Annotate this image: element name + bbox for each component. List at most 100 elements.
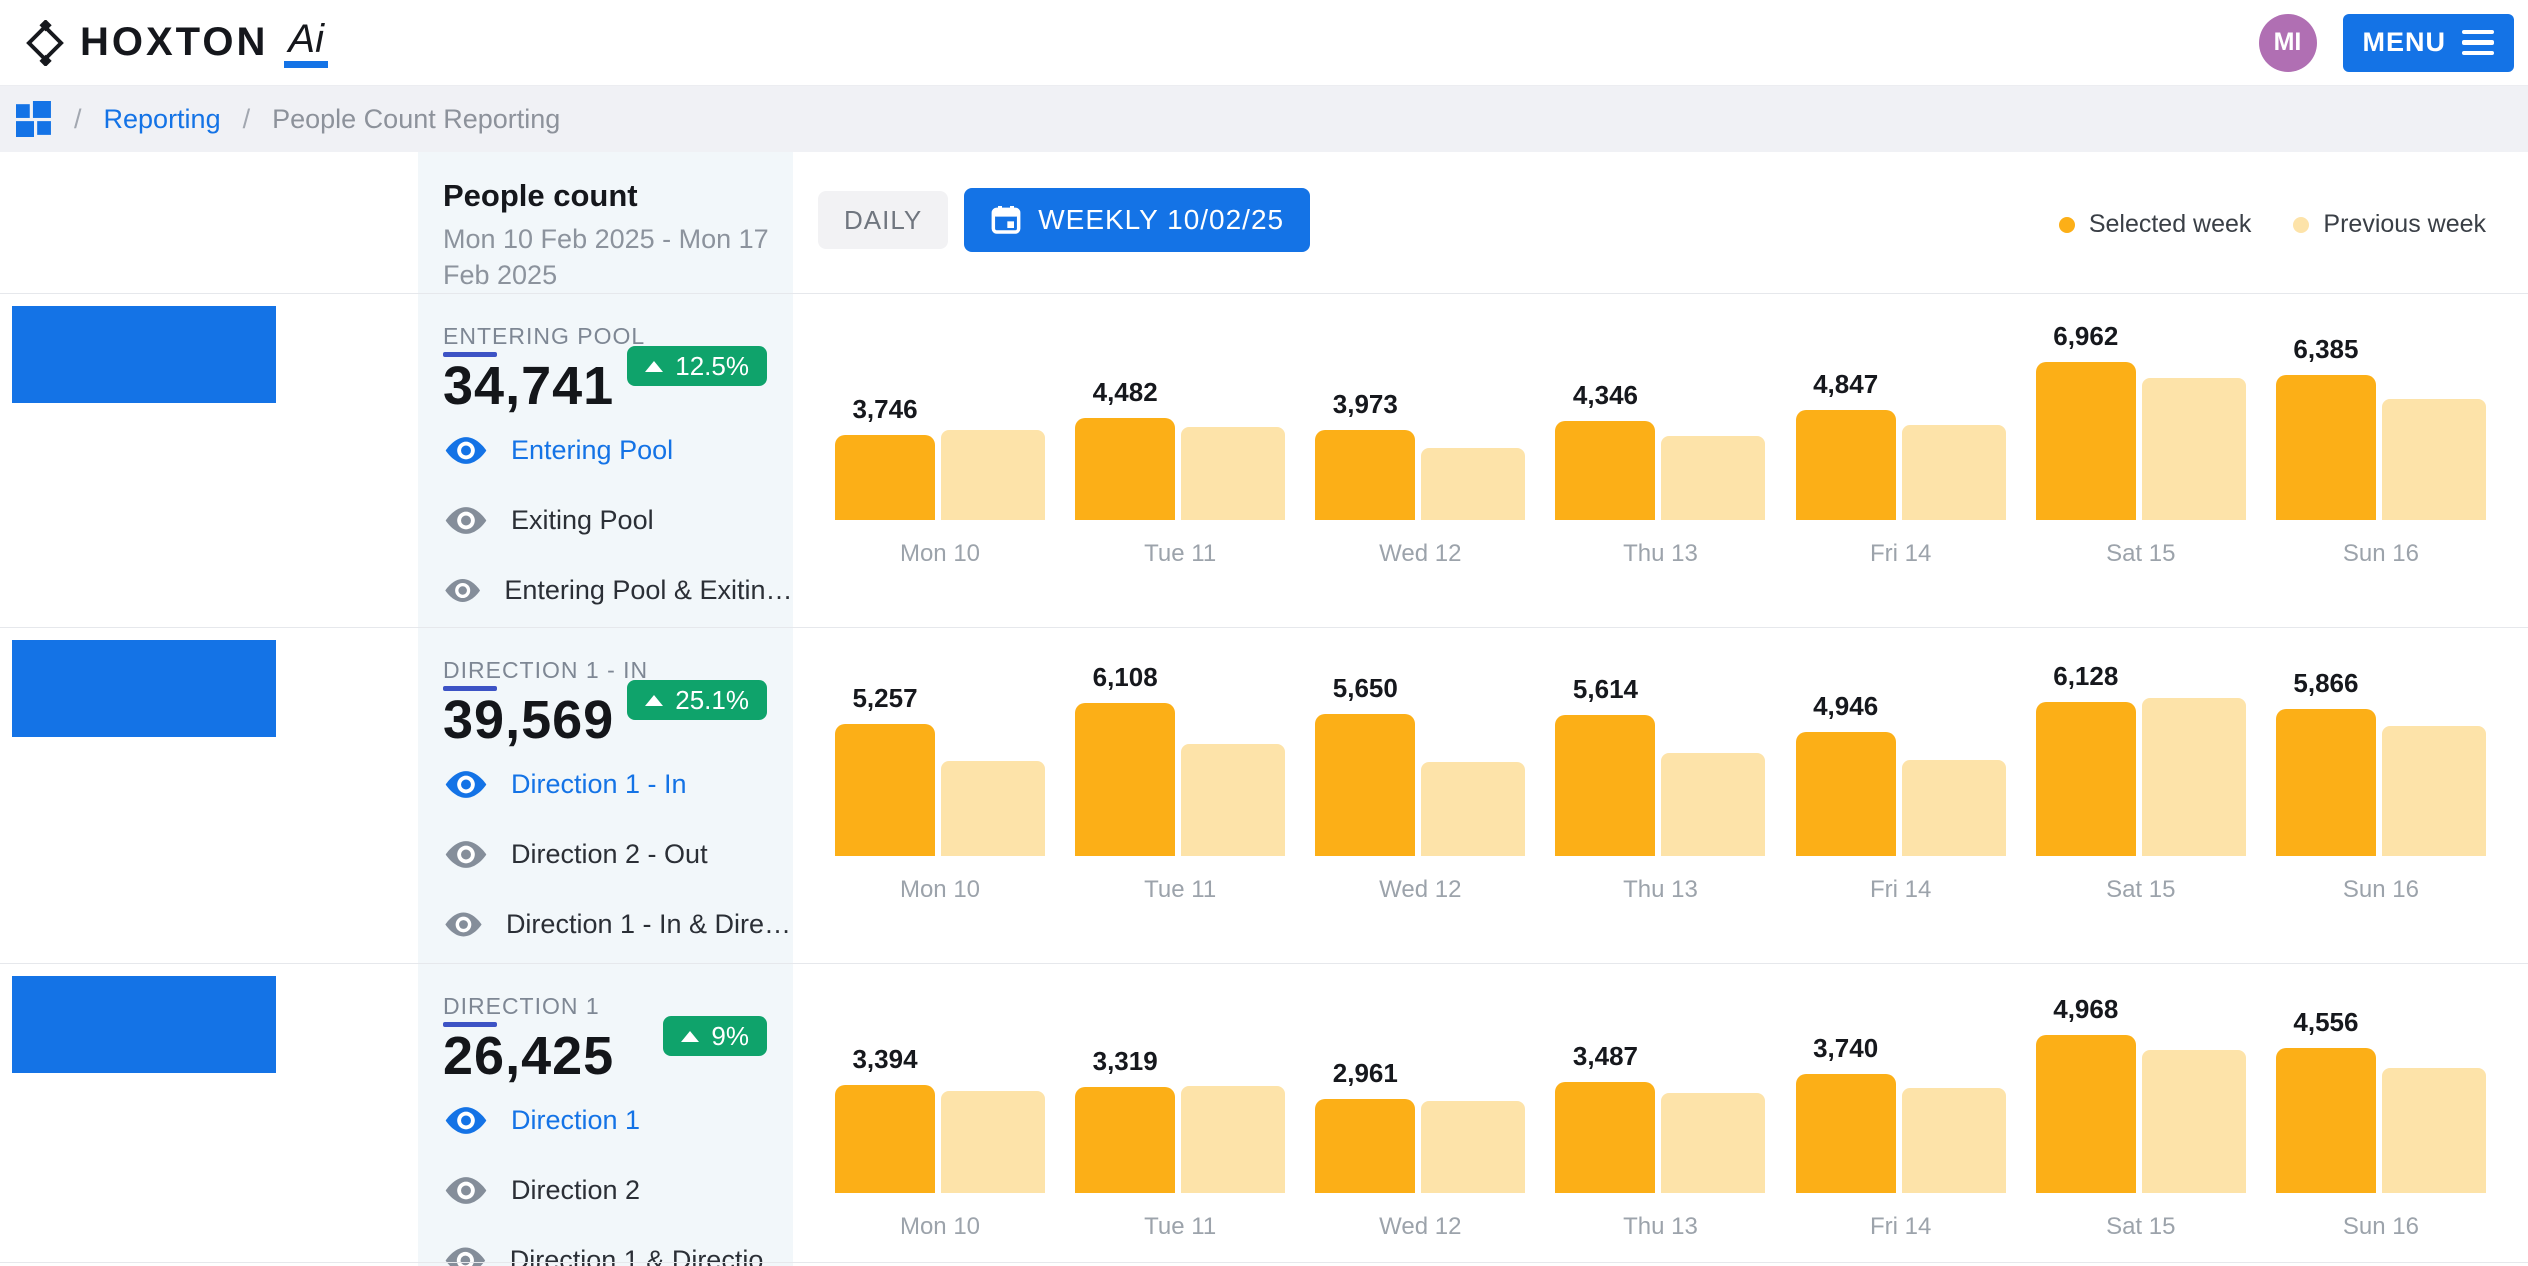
avatar[interactable]: MI <box>2259 14 2317 72</box>
breadcrumb-link-reporting[interactable]: Reporting <box>104 104 221 135</box>
breadcrumb-separator: / <box>243 104 251 135</box>
visibility-option-direction-2-out[interactable]: Direction 2 - Out <box>443 819 793 889</box>
visibility-option-entering-pool-exiting-pool[interactable]: Entering Pool & Exiting Pool <box>443 555 793 625</box>
previous-week-bar[interactable] <box>1661 436 1765 520</box>
day-axis-label: Thu 13 <box>1555 1213 1765 1241</box>
visibility-option-direction-1[interactable]: Direction 1 <box>443 1085 793 1155</box>
dashboard-grid-icon[interactable] <box>16 101 52 137</box>
selected-week-bar[interactable] <box>1075 1087 1175 1193</box>
selected-week-bar[interactable] <box>2036 362 2136 520</box>
page-title: People count <box>443 178 778 214</box>
option-label: Exiting Pool <box>511 505 654 536</box>
eye-icon <box>443 575 482 606</box>
previous-week-bar[interactable] <box>2142 698 2246 856</box>
visibility-option-exiting-pool[interactable]: Exiting Pool <box>443 485 793 555</box>
previous-week-bar[interactable] <box>1661 753 1765 856</box>
page-head: People count Mon 10 Feb 2025 - Mon 17 Fe… <box>443 178 778 293</box>
selected-week-bar[interactable] <box>2036 702 2136 856</box>
daily-button[interactable]: DAILY <box>818 191 948 249</box>
selected-week-bar[interactable] <box>2036 1035 2136 1193</box>
visibility-option-entering-pool[interactable]: Entering Pool <box>443 415 793 485</box>
previous-week-bar[interactable] <box>1902 760 2006 856</box>
previous-week-bar[interactable] <box>1902 1088 2006 1193</box>
selected-week-dot <box>2059 217 2075 233</box>
previous-week-bar[interactable] <box>2142 1050 2246 1193</box>
bar-value-label: 5,614 <box>1573 674 1638 705</box>
previous-week-bar[interactable] <box>1421 762 1525 856</box>
previous-week-bar[interactable] <box>2382 1068 2486 1193</box>
metric-label: DIRECTION 1 <box>443 994 793 1018</box>
camera-name-redacted <box>12 976 276 1073</box>
legend-previous-label: Previous week <box>2323 210 2486 239</box>
bar-value-label: 3,487 <box>1573 1041 1638 1072</box>
selected-week-bar[interactable] <box>2276 375 2376 520</box>
visibility-option-direction-1-direction-2[interactable]: Direction 1 & Direction 2 <box>443 1225 793 1266</box>
selected-week-bar[interactable] <box>1796 732 1896 856</box>
selected-week-bar[interactable] <box>1315 1099 1415 1193</box>
hoxton-logo: HOXTON Ai <box>22 17 328 68</box>
bar-group-fri-14: 3,740Fri 14 <box>1796 1074 2006 1193</box>
selected-week-bar[interactable] <box>835 1085 935 1193</box>
previous-week-bar[interactable] <box>941 761 1045 856</box>
previous-week-bar[interactable] <box>2382 726 2486 856</box>
selected-week-bar[interactable] <box>1796 410 1896 520</box>
selected-week-bar[interactable] <box>1315 714 1415 856</box>
camera-name-redacted <box>12 640 276 737</box>
selected-week-bar[interactable] <box>1796 1074 1896 1193</box>
legend-previous-week: Previous week <box>2293 210 2486 239</box>
brand-suffix-ai: Ai <box>284 17 328 68</box>
day-axis-label: Sun 16 <box>2276 876 2486 904</box>
people-count-reporting-page: HOXTON Ai MI MENU / Reporting / People C… <box>0 0 2528 1266</box>
bar-group-sun-16: 4,556Sun 16 <box>2276 1048 2486 1193</box>
period-controls: DAILY WEEKLY 10/02/25 <box>818 188 1310 252</box>
visibility-option-direction-1-in[interactable]: Direction 1 - In <box>443 749 793 819</box>
previous-week-bar[interactable] <box>2382 399 2486 520</box>
previous-week-dot <box>2293 217 2309 233</box>
selected-week-bar[interactable] <box>1555 1082 1655 1193</box>
weekly-button-label: WEEKLY 10/02/25 <box>1038 204 1284 236</box>
selected-week-bar[interactable] <box>1555 715 1655 856</box>
bar-value-label: 4,346 <box>1573 380 1638 411</box>
previous-week-bar[interactable] <box>1181 1086 1285 1193</box>
selected-week-bar[interactable] <box>1555 421 1655 520</box>
previous-week-bar[interactable] <box>941 430 1045 520</box>
bar-value-label: 4,946 <box>1813 691 1878 722</box>
visibility-options: Entering Pool Exiting Pool Entering Pool &… <box>443 415 793 625</box>
previous-week-bar[interactable] <box>1421 1101 1525 1193</box>
change-badge: 9% <box>663 1016 767 1056</box>
previous-week-bar[interactable] <box>1421 448 1525 520</box>
selected-week-bar[interactable] <box>835 435 935 520</box>
bar-group-tue-11: 3,319Tue 11 <box>1075 1086 1285 1193</box>
previous-week-bar[interactable] <box>1661 1093 1765 1193</box>
menu-button-label: MENU <box>2363 27 2447 58</box>
previous-week-bar[interactable] <box>1181 427 1285 520</box>
selected-week-bar[interactable] <box>835 724 935 856</box>
visibility-option-direction-1-in-directio[interactable]: Direction 1 - In & Directio... <box>443 889 793 959</box>
visibility-option-direction-2[interactable]: Direction 2 <box>443 1155 793 1225</box>
change-value: 25.1% <box>675 685 749 716</box>
bar-group-sat-15: 6,128Sat 15 <box>2036 698 2246 856</box>
section-stats: DIRECTION 1 - IN 39,569 25.1% Direction … <box>443 628 793 963</box>
day-axis-label: Mon 10 <box>835 540 1045 568</box>
weekly-button[interactable]: WEEKLY 10/02/25 <box>964 188 1310 252</box>
selected-week-bar[interactable] <box>1075 703 1175 856</box>
previous-week-bar[interactable] <box>2142 378 2246 520</box>
bar-group-sun-16: 6,385Sun 16 <box>2276 375 2486 520</box>
eye-icon <box>443 505 489 536</box>
bar-group-thu-13: 4,346Thu 13 <box>1555 421 1765 520</box>
day-axis-label: Tue 11 <box>1075 876 1285 904</box>
selected-week-bar[interactable] <box>1075 418 1175 520</box>
previous-week-bar[interactable] <box>1181 744 1285 856</box>
bar-value-label: 3,740 <box>1813 1033 1878 1064</box>
selected-week-bar[interactable] <box>2276 709 2376 856</box>
bar-value-label: 6,962 <box>2053 321 2118 352</box>
selected-week-bar[interactable] <box>1315 430 1415 520</box>
bar-group-tue-11: 4,482Tue 11 <box>1075 418 1285 520</box>
previous-week-bar[interactable] <box>941 1091 1045 1193</box>
bar-value-label: 4,968 <box>2053 994 2118 1025</box>
previous-week-bar[interactable] <box>1902 425 2006 520</box>
selected-week-bar[interactable] <box>2276 1048 2376 1193</box>
arrow-up-icon <box>681 1031 699 1042</box>
menu-button[interactable]: MENU <box>2343 14 2515 72</box>
change-value: 12.5% <box>675 351 749 382</box>
